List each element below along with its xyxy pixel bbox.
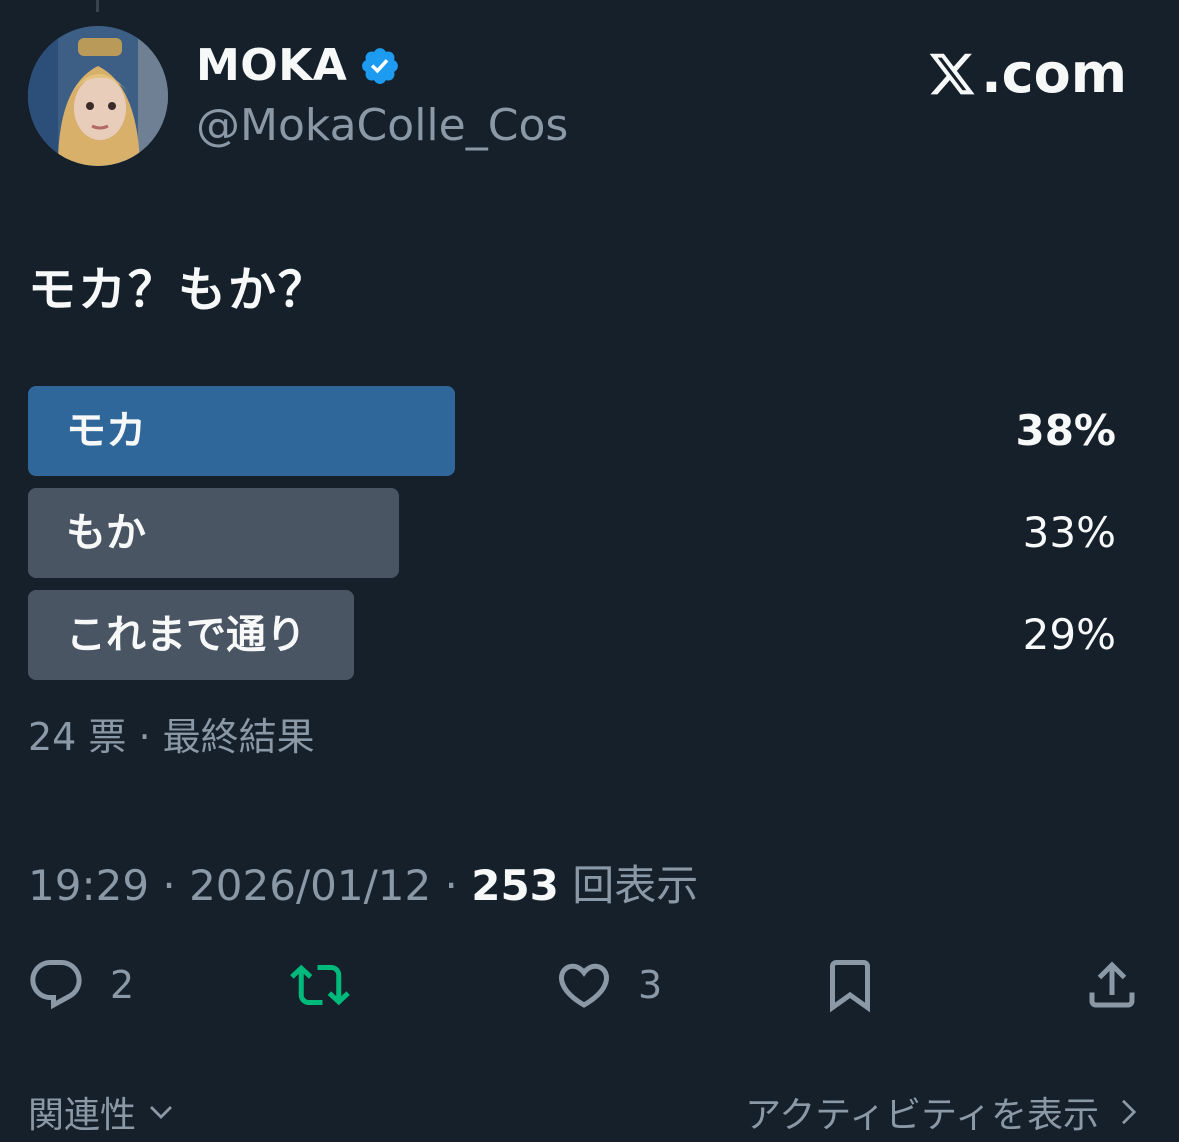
- poll-option-percent: 33%: [1022, 508, 1116, 557]
- poll-option-label: これまで通り: [66, 612, 306, 658]
- retweet-icon: [290, 964, 350, 1006]
- like-count: 3: [638, 963, 663, 1007]
- verified-badge-icon: [362, 47, 399, 84]
- avatar[interactable]: [28, 26, 168, 166]
- poll-option-percent: 29%: [1022, 610, 1116, 659]
- poll-option-label: もか: [66, 510, 146, 556]
- poll-option: もか 33%: [28, 488, 1118, 578]
- views-count: 253: [471, 861, 559, 910]
- bookmark-icon: [830, 960, 870, 1013]
- poll-option: これまで通り 29%: [28, 590, 1118, 680]
- thread-connector-line: [96, 0, 99, 12]
- reply-icon: [30, 960, 82, 1010]
- poll-meta: 24 票 · 最終結果: [28, 715, 315, 759]
- reply-button[interactable]: 2: [26, 950, 134, 1020]
- poll-option-label: モカ: [66, 408, 146, 454]
- tweet-time-date[interactable]: 19:29 · 2026/01/12 ·: [28, 861, 471, 910]
- view-activity-link[interactable]: アクティビティを表示: [745, 1086, 1143, 1138]
- view-activity-label: アクティビティを表示: [745, 1095, 1099, 1136]
- tweet-timestamp: 19:29 · 2026/01/12 · 253 回表示: [28, 852, 698, 913]
- author-handle[interactable]: @MokaColle_Cos: [196, 100, 568, 151]
- brand-watermark: .com: [927, 42, 1127, 105]
- avatar-image: [28, 26, 168, 166]
- poll-option: モカ 38%: [28, 386, 1118, 476]
- chevron-down-icon: [150, 1106, 172, 1119]
- tweet-action-bar: 2 3: [0, 950, 1179, 1020]
- reply-count: 2: [110, 963, 135, 1007]
- author-display-name[interactable]: MOKA: [196, 40, 347, 91]
- poll-option-percent: 38%: [1015, 406, 1116, 455]
- brand-text: .com: [981, 42, 1127, 105]
- relevance-label: 関連性: [28, 1095, 137, 1136]
- heart-icon: [558, 963, 610, 1008]
- author-name-row[interactable]: MOKA: [196, 40, 401, 91]
- like-button[interactable]: 3: [554, 950, 662, 1020]
- bookmark-button[interactable]: [820, 950, 880, 1020]
- chevron-right-icon: [1122, 1099, 1137, 1125]
- share-button[interactable]: [1082, 950, 1142, 1020]
- tweet-text: モカ？もか？: [28, 262, 329, 318]
- views-label: 回表示: [558, 861, 699, 910]
- retweet-button[interactable]: [290, 950, 350, 1020]
- share-icon: [1089, 961, 1135, 1008]
- x-logo-icon: [929, 53, 975, 94]
- tweet-card: MOKA @MokaColle_Cos .com モカ？もか？ モカ 38% も…: [0, 0, 1179, 1142]
- relevance-sort-dropdown[interactable]: 関連性: [28, 1086, 176, 1138]
